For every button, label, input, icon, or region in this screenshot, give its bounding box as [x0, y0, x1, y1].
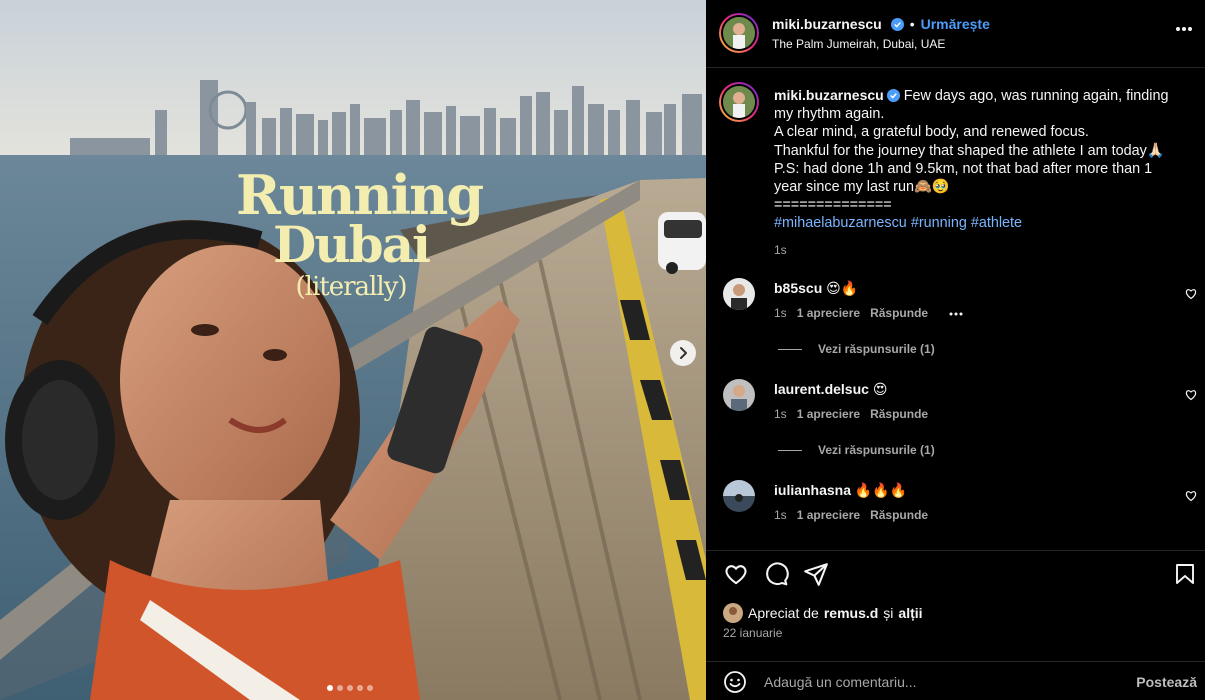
post-header: miki.buzarnescu • Urmărește The Palm Jum… [706, 0, 1205, 68]
follow-button[interactable]: Urmărește [921, 16, 990, 32]
comment-time: 1s [774, 407, 787, 421]
likes-prefix: Apreciat de [748, 605, 819, 621]
hashtag-link[interactable]: #running [911, 215, 967, 231]
commenter-avatar[interactable] [723, 379, 755, 411]
carousel-dot [327, 685, 333, 691]
caption-line-3: Thankful for the journey that shaped the… [774, 142, 1165, 159]
liker-username[interactable]: remus.d [824, 605, 878, 621]
save-bookmark-icon[interactable] [1173, 561, 1197, 587]
comment-meta: 1s 1 apreciere Răspunde [774, 508, 928, 522]
carousel-dot [347, 685, 353, 691]
comment-text-row: laurent.delsuc 😍 [774, 381, 887, 398]
chevron-right-icon [680, 347, 687, 359]
post-media[interactable]: Running Dubai (literally) [0, 0, 706, 700]
verified-badge-icon [886, 89, 900, 102]
overlay-line-2: Dubai [272, 215, 431, 274]
comment-time: 1s [774, 306, 787, 320]
comment-meta: 1s 1 apreciere Răspunde [774, 407, 928, 421]
comment-text: 😍🔥 [826, 280, 859, 296]
view-replies-button[interactable]: Vezi răspunsurile (1) [778, 342, 935, 356]
carousel-indicator [327, 685, 373, 691]
like-heart-icon[interactable] [723, 561, 749, 587]
post-location[interactable]: The Palm Jumeirah, Dubai, UAE [772, 37, 945, 51]
likes-summary: Apreciat de remus.d și alții [723, 603, 923, 623]
comment-bubble-icon[interactable] [763, 561, 789, 587]
comment-likes[interactable]: 1 apreciere [797, 407, 860, 421]
comment-input[interactable] [764, 670, 1124, 694]
commenter-username[interactable]: laurent.delsuc [774, 381, 869, 397]
hashtag-link[interactable]: #mihaelabuzarnescu [774, 215, 907, 231]
comment-text: 🔥🔥🔥 [854, 482, 908, 498]
caption-line-4: P.S: had done 1h and 9.5km, not that bad… [774, 160, 1153, 196]
post-date[interactable]: 22 ianuarie [723, 626, 782, 640]
more-options-icon[interactable] [1175, 26, 1193, 32]
view-replies-button[interactable]: Vezi răspunsurile (1) [778, 443, 935, 457]
overlay-line-3: (literally) [295, 272, 407, 302]
post-comment-button[interactable]: Postează [1136, 674, 1197, 690]
verified-badge-icon [890, 17, 904, 31]
commenter-username[interactable]: b85scu [774, 280, 822, 296]
comment-like-heart-icon[interactable] [1185, 288, 1197, 300]
header-separator: • [909, 16, 915, 32]
commenter-avatar[interactable] [723, 278, 755, 310]
post-photo [0, 0, 706, 700]
post-side-panel: miki.buzarnescu • Urmărește The Palm Jum… [706, 0, 1205, 700]
comment-time: 1s [774, 508, 787, 522]
overlay-line-1: Running [236, 163, 484, 227]
author-avatar[interactable] [719, 13, 759, 53]
comment-like-heart-icon[interactable] [1185, 389, 1197, 401]
post-caption: miki.buzarnescu Few days ago, was runnin… [774, 86, 1179, 259]
comment-likes[interactable]: 1 apreciere [797, 306, 860, 322]
comment-text-row: iulianhasna 🔥🔥🔥 [774, 482, 907, 499]
liker-avatar[interactable] [723, 603, 743, 623]
carousel-dot [337, 685, 343, 691]
reply-button[interactable]: Răspunde [870, 306, 928, 322]
caption-line-5: ============== [774, 197, 892, 214]
view-replies-label: Vezi răspunsurile (1) [818, 443, 935, 457]
media-overlay-title: Running Dubai (literally) [236, 163, 484, 302]
caption-author-avatar[interactable] [719, 82, 759, 122]
view-replies-label: Vezi răspunsurile (1) [818, 342, 935, 356]
comment-like-heart-icon[interactable] [1185, 490, 1197, 502]
caption-time: 1s [774, 242, 787, 257]
reply-button[interactable]: Răspunde [870, 508, 928, 522]
commenter-avatar[interactable] [723, 480, 755, 512]
hashtag-link[interactable]: #athlete [971, 215, 1022, 231]
author-username[interactable]: miki.buzarnescu [772, 16, 882, 32]
emoji-icon[interactable] [723, 670, 747, 694]
add-comment-bar: Postează [706, 661, 1205, 700]
likes-mid: și [883, 605, 894, 621]
carousel-dot [367, 685, 373, 691]
caption-username[interactable]: miki.buzarnescu [774, 87, 884, 103]
comment-text: 😍 [872, 381, 888, 397]
caption-line-2: A clear mind, a grateful body, and renew… [774, 124, 1089, 141]
comment-meta: 1s 1 apreciere Răspunde [774, 306, 964, 322]
comment-text-row: b85scu 😍🔥 [774, 280, 858, 297]
comment-more-icon[interactable] [948, 306, 964, 322]
post-actions-section: Apreciat de remus.d și alții 22 ianuarie… [706, 550, 1205, 700]
reply-button[interactable]: Răspunde [870, 407, 928, 421]
caption-hashtags: #mihaelabuzarnescu #running #athlete [774, 214, 1179, 232]
carousel-dot [357, 685, 363, 691]
next-slide-button[interactable] [670, 340, 696, 366]
share-send-icon[interactable] [803, 561, 829, 587]
likes-others-link[interactable]: alții [898, 605, 922, 621]
commenter-username[interactable]: iulianhasna [774, 482, 851, 498]
comment-likes[interactable]: 1 apreciere [797, 508, 860, 522]
